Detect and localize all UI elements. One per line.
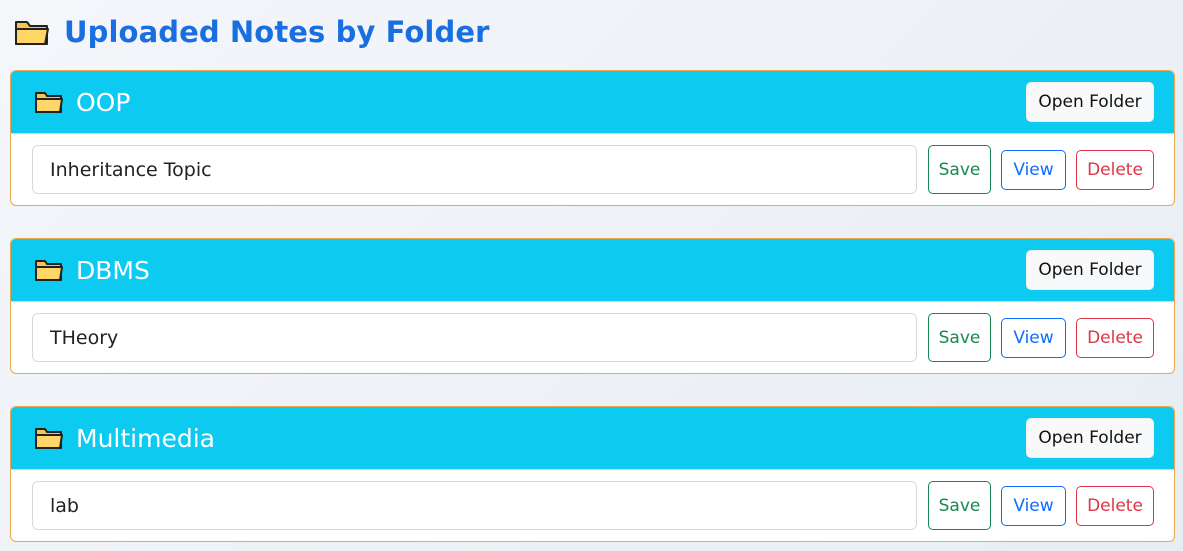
note-title-input[interactable] <box>32 481 917 530</box>
note-title-input[interactable] <box>32 145 917 194</box>
delete-button[interactable]: Delete <box>1076 486 1154 526</box>
folder-icon <box>34 426 64 450</box>
folder-card-header: DBMS Open Folder <box>11 239 1174 302</box>
save-button[interactable]: Save <box>928 481 991 530</box>
folder-icon <box>34 90 64 114</box>
open-folder-button[interactable]: Open Folder <box>1026 82 1154 122</box>
folder-card-header: OOP Open Folder <box>11 71 1174 134</box>
folder-card-body: Save View Delete <box>11 302 1174 373</box>
page-title-text: Uploaded Notes by Folder <box>64 15 490 49</box>
folder-name: Multimedia <box>76 423 215 453</box>
page-title: Uploaded Notes by Folder <box>14 12 490 52</box>
folder-card-dbms: DBMS Open Folder Save View Delete <box>10 238 1175 374</box>
delete-button[interactable]: Delete <box>1076 150 1154 190</box>
view-button[interactable]: View <box>1001 486 1066 526</box>
note-title-input[interactable] <box>32 313 917 362</box>
save-button[interactable]: Save <box>928 145 991 194</box>
open-folder-button[interactable]: Open Folder <box>1026 418 1154 458</box>
folder-name: OOP <box>76 87 131 117</box>
folder-card-multimedia: Multimedia Open Folder Save View Delete <box>10 406 1175 542</box>
delete-button[interactable]: Delete <box>1076 318 1154 358</box>
folder-card-oop: OOP Open Folder Save View Delete <box>10 70 1175 206</box>
folder-name: DBMS <box>76 255 150 285</box>
save-button[interactable]: Save <box>928 313 991 362</box>
folder-card-body: Save View Delete <box>11 470 1174 541</box>
open-folder-button[interactable]: Open Folder <box>1026 250 1154 290</box>
view-button[interactable]: View <box>1001 318 1066 358</box>
folder-card-body: Save View Delete <box>11 134 1174 205</box>
folder-icon <box>34 258 64 282</box>
folder-icon <box>14 18 50 46</box>
folder-card-header: Multimedia Open Folder <box>11 407 1174 470</box>
view-button[interactable]: View <box>1001 150 1066 190</box>
